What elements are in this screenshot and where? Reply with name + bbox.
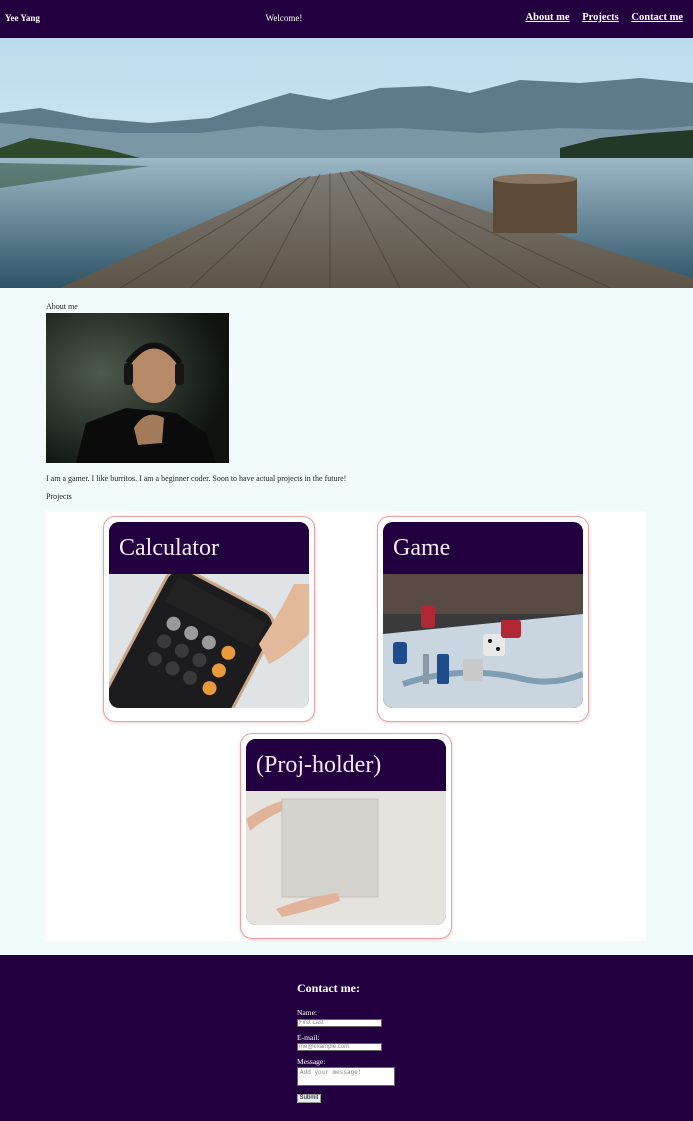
contact-heading: Contact me:	[297, 981, 360, 995]
calculator-image	[109, 574, 309, 708]
nav-link-projects[interactable]: Projects	[582, 12, 619, 23]
project-card-placeholder[interactable]: (Proj-holder)	[240, 733, 452, 939]
nav-links: About me Projects Contact me	[516, 12, 683, 23]
profile-photo	[46, 313, 229, 463]
hero-image	[0, 38, 693, 288]
nav-link-about[interactable]: About me	[526, 12, 570, 23]
project-card-game[interactable]: Game	[377, 516, 589, 722]
name-label: Name:	[297, 1008, 317, 1017]
projects-heading: Projects	[46, 492, 72, 501]
project-title: Calculator	[109, 522, 309, 574]
project-title: (Proj-holder)	[246, 739, 446, 791]
name-input[interactable]: First Last	[297, 1019, 382, 1027]
game-image	[383, 574, 583, 708]
email-input[interactable]: me@example.com	[297, 1043, 382, 1051]
projects-panel: Calculator Game (Proj-holder)	[46, 511, 646, 941]
navbar: Yee Yang Welcome! About me Projects Cont…	[0, 0, 693, 38]
welcome-text: Welcome!	[265, 13, 303, 23]
message-textarea[interactable]: Add your message!	[297, 1067, 395, 1086]
submit-button[interactable]: Submit	[297, 1094, 321, 1103]
project-card-calculator[interactable]: Calculator	[103, 516, 315, 722]
email-label: E-mail:	[297, 1033, 320, 1042]
about-heading: About me	[46, 302, 78, 311]
footer-contact: Contact me: Name: First Last E-mail: me@…	[0, 955, 693, 1121]
nav-link-contact[interactable]: Contact me	[631, 12, 683, 23]
about-text: I am a gamer. I like burritos. I am a be…	[46, 474, 347, 483]
message-label: Message:	[297, 1057, 326, 1066]
project-title: Game	[383, 522, 583, 574]
placeholder-image	[246, 791, 446, 925]
